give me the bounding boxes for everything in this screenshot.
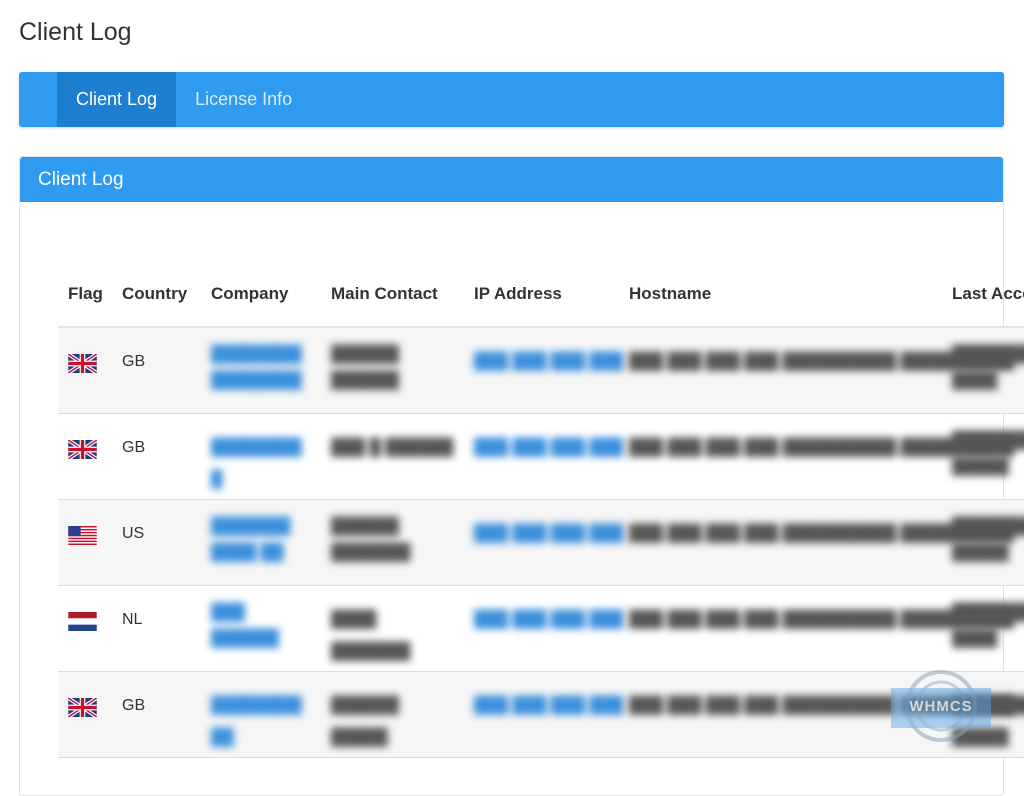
company-link[interactable]: ███ ██████: [211, 604, 279, 647]
table-row: GB ████████ ██ ██████ █████ ███.███.███.…: [58, 671, 1024, 758]
country-code: US: [112, 499, 201, 586]
country-code: GB: [112, 413, 201, 500]
column-header-company[interactable]: Company: [201, 247, 321, 328]
ip-address-link[interactable]: ███.███.███.███: [474, 525, 623, 542]
whmcs-watermark-logo: WHMCS: [891, 668, 991, 744]
country-code: GB: [112, 671, 201, 758]
company-link[interactable]: ████████ ██: [211, 697, 302, 746]
tab-bar: Client Log License Info: [19, 72, 1004, 127]
client-log-table: Flag Country Company Main Contact IP Add…: [58, 247, 1024, 758]
ip-address-link[interactable]: ███.███.███.███: [474, 353, 623, 370]
gb-flag-icon: [68, 697, 97, 717]
column-header-main-contact[interactable]: Main Contact: [321, 247, 464, 328]
country-code: NL: [112, 585, 201, 672]
company-link[interactable]: ███████ ████ ██: [211, 518, 290, 561]
gb-flag-icon: [68, 354, 97, 373]
main-contact: ████ ███████: [331, 610, 411, 660]
client-log-panel: Client Log Flag Country Company Main Con…: [19, 156, 1024, 796]
tab-license-info[interactable]: License Info: [176, 72, 311, 127]
ip-address-link[interactable]: ███.███.███.███: [474, 697, 623, 714]
page-title: Client Log: [19, 18, 132, 46]
column-header-hostname[interactable]: Hostname: [619, 247, 942, 328]
column-header-country[interactable]: Country: [112, 247, 201, 328]
panel-title: Client Log: [20, 157, 1003, 202]
nl-flag-icon: [68, 611, 97, 631]
gb-flag-icon: [68, 439, 97, 459]
main-contact: ██████ ██████: [331, 346, 400, 389]
main-contact: ██████ ███████: [331, 517, 411, 561]
column-header-last-access[interactable]: Last Access: [942, 247, 1024, 328]
main-contact: ██████ █████: [331, 696, 400, 746]
column-header-ip-address[interactable]: IP Address: [464, 247, 619, 328]
table-row: US ███████ ████ ██ ██████ ███████ ███.██…: [58, 499, 1024, 586]
client-log-table-wrapper: Flag Country Company Main Contact IP Add…: [58, 247, 1024, 758]
tab-client-log[interactable]: Client Log: [57, 72, 177, 127]
company-link[interactable]: ████████ ████████: [211, 346, 302, 389]
us-flag-icon: [68, 525, 97, 545]
company-link[interactable]: ████████ █: [211, 439, 302, 488]
table-row: GB ████████ █ ███ █ ██████ ███.███.███.█…: [58, 413, 1024, 500]
ip-address-link[interactable]: ███.███.███.███: [474, 611, 623, 628]
watermark-text: WHMCS: [909, 697, 973, 715]
table-row: GB ████████ ████████ ██████ ██████ ███.█…: [58, 327, 1024, 414]
table-row: NL ███ ██████ ████ ███████ ███.███.███.█…: [58, 585, 1024, 672]
main-contact: ███ █ ██████: [331, 438, 454, 456]
country-code: GB: [112, 327, 201, 414]
ip-address-link[interactable]: ███.███.███.███: [474, 439, 623, 456]
column-header-flag[interactable]: Flag: [58, 247, 112, 328]
